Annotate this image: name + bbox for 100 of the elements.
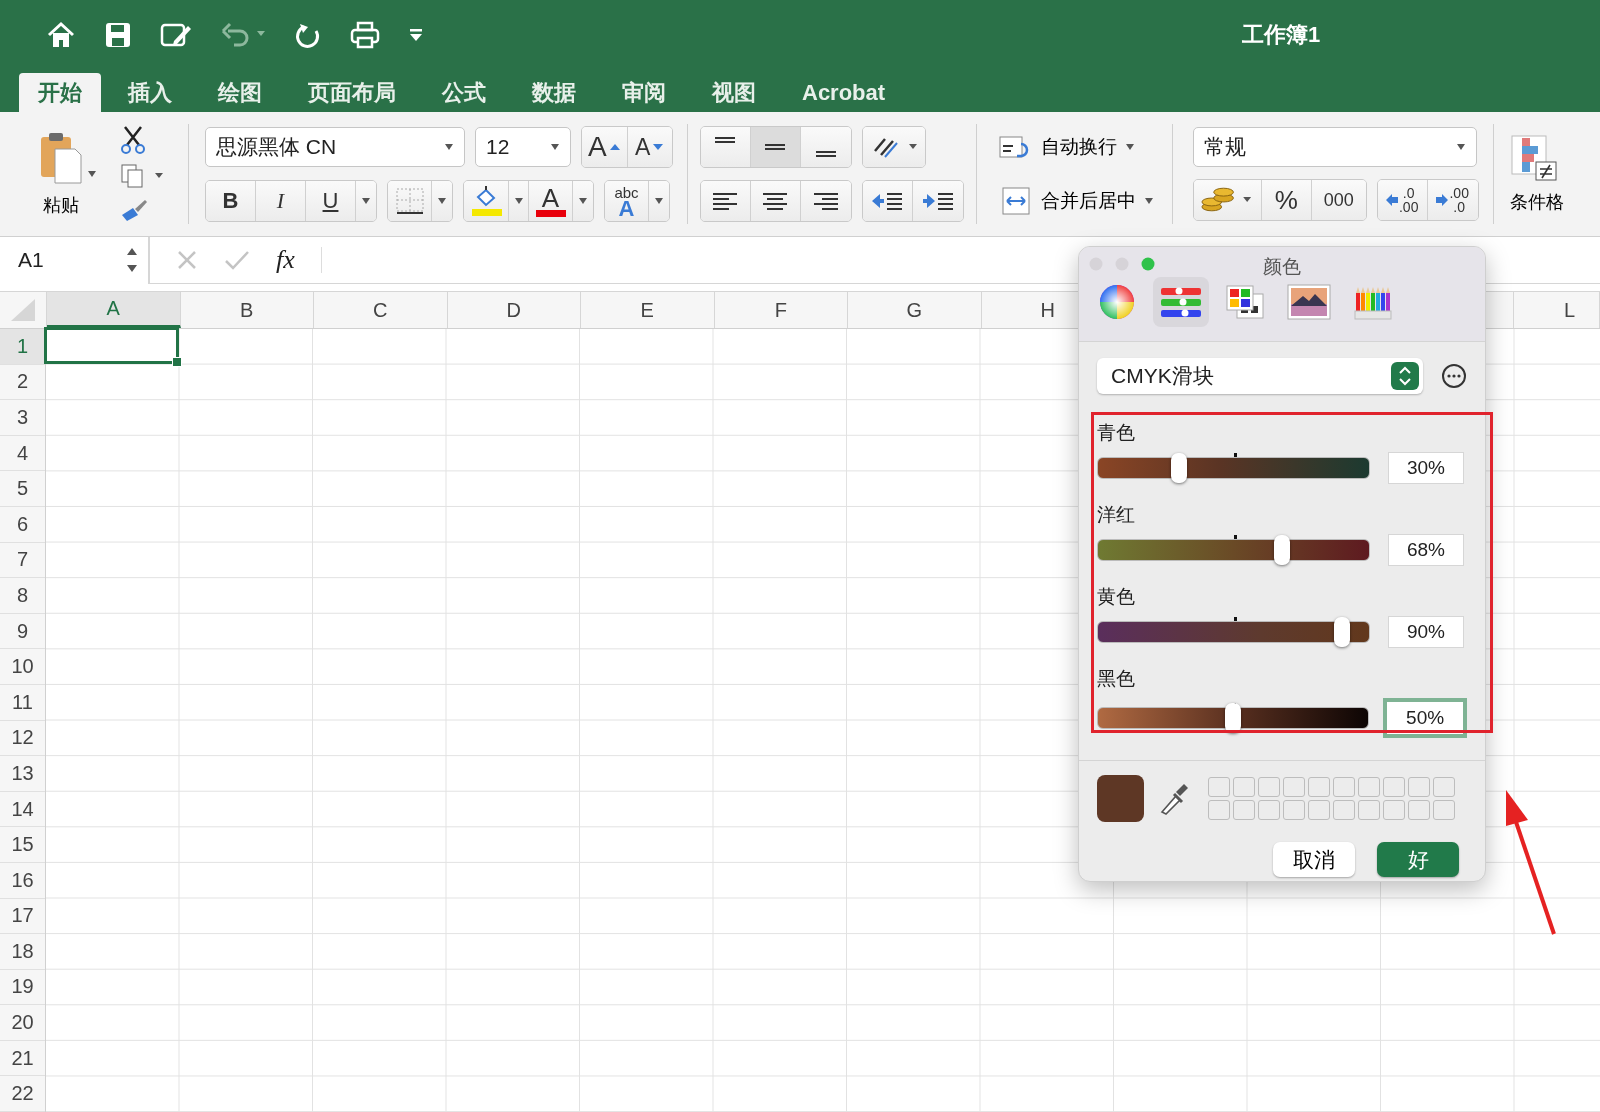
row-header[interactable]: 15 [0,827,45,863]
font-color-button[interactable]: A [529,181,573,221]
value-field[interactable]: 68% [1388,534,1464,566]
column-header[interactable]: B [180,292,314,328]
row-header[interactable]: 14 [0,791,45,828]
ribbon-tab[interactable]: 数据 [513,73,595,112]
align-right-button[interactable] [800,181,851,221]
edit-icon[interactable] [160,21,192,49]
bold-button[interactable]: B [206,181,256,221]
row-header[interactable]: 7 [0,542,45,579]
row-header[interactable]: 1 [0,329,45,365]
selected-cell[interactable] [44,327,179,364]
insert-function-button[interactable]: fx [276,245,295,275]
column-header[interactable]: A [47,292,181,328]
row-header[interactable]: 4 [0,435,45,472]
slider-thumb[interactable] [1171,453,1188,483]
ribbon-tab[interactable]: 审阅 [603,73,685,112]
row-header[interactable]: 8 [0,578,45,614]
slider-thumb[interactable] [1225,703,1242,733]
text-effects-button[interactable]: abc A [605,181,649,221]
row-header[interactable]: 11 [0,684,45,721]
increase-indent-button[interactable] [912,181,963,221]
row-header[interactable]: 5 [0,471,45,507]
column-header[interactable]: E [581,292,715,328]
ribbon-tab[interactable]: 开始 [19,73,101,112]
row-header[interactable]: 3 [0,400,45,436]
ribbon-tab[interactable]: 绘图 [199,73,281,112]
slider-thumb[interactable] [1274,535,1291,565]
number-format-field[interactable]: 常规 [1192,127,1477,167]
column-header[interactable]: D [447,292,581,328]
align-top-button[interactable] [700,127,751,167]
current-color-swatch[interactable] [1097,775,1144,822]
orientation-button[interactable] [862,127,925,167]
font-size-field[interactable]: 12 [475,127,571,167]
align-center-button[interactable] [750,181,801,221]
color-wells[interactable] [1208,777,1455,820]
redo-icon[interactable] [294,21,322,49]
ribbon-tab[interactable]: 视图 [693,73,775,112]
row-header[interactable]: 10 [0,649,45,685]
shrink-font-button[interactable]: A [627,127,672,167]
decrease-indent-button[interactable] [862,181,913,221]
dropdown-button[interactable] [649,181,669,221]
undo-icon[interactable] [220,21,266,49]
font-name-field[interactable]: 思源黑体 CN [205,127,465,167]
column-header[interactable]: L [1514,292,1600,328]
decrease-decimal-button[interactable]: .00 .0 [1427,180,1478,220]
column-header[interactable]: C [314,292,448,328]
slider-thumb[interactable] [1333,617,1350,647]
more-icon[interactable] [1441,363,1467,389]
name-box[interactable]: A1 [0,236,150,284]
row-header[interactable]: 13 [0,756,45,792]
fill-color-button[interactable] [464,181,509,221]
value-field[interactable]: 90% [1388,616,1464,648]
merge-center-button[interactable]: 合并后居中 [998,181,1154,221]
ribbon-tab[interactable]: 公式 [423,73,505,112]
caret-icon[interactable] [87,170,97,178]
row-header[interactable]: 16 [0,862,45,899]
row-header[interactable]: 21 [0,1040,45,1077]
print-icon[interactable] [350,21,380,49]
dropdown-button[interactable] [573,181,593,221]
underline-button[interactable]: U [306,181,356,221]
ribbon-tab[interactable]: 页面布局 [289,73,415,112]
home-icon[interactable] [46,21,76,49]
thousands-button[interactable]: 000 [1311,180,1366,220]
increase-decimal-button[interactable]: .0 .00 [1377,180,1428,220]
row-header[interactable]: 9 [0,613,45,650]
row-header[interactable]: 19 [0,969,45,1006]
copy-icon[interactable] [119,163,165,189]
row-header[interactable]: 12 [0,720,45,757]
value-field[interactable]: 30% [1388,452,1464,484]
ok-button[interactable]: 好 [1377,842,1459,877]
check-icon[interactable] [224,249,250,271]
column-header[interactable]: G [848,292,982,328]
dropdown-button[interactable] [432,181,452,221]
dropdown-button[interactable] [509,181,529,221]
ribbon-tab[interactable]: 插入 [109,73,191,112]
row-header[interactable]: 22 [0,1076,45,1112]
column-header[interactable]: F [714,292,848,328]
dropdown-button[interactable] [356,181,376,221]
scissors-icon[interactable] [119,125,147,155]
save-icon[interactable] [104,21,132,49]
borders-button[interactable] [388,181,432,221]
ribbon-tab[interactable]: Acrobat [783,73,905,112]
color-sliders-tab[interactable] [1153,277,1209,327]
percent-button[interactable]: % [1261,180,1312,220]
grow-font-button[interactable]: A [582,127,628,167]
eyedropper-icon[interactable] [1158,781,1188,816]
row-header[interactable]: 20 [0,1005,45,1041]
currency-button[interactable] [1193,180,1262,220]
format-painter-icon[interactable] [119,197,149,223]
paste-button[interactable]: 粘贴 [39,131,83,217]
cancel-button[interactable]: 取消 [1273,842,1355,877]
row-header[interactable]: 2 [0,364,45,401]
customize-caret-icon[interactable] [408,27,424,43]
align-left-button[interactable] [700,181,751,221]
align-middle-button[interactable] [750,127,801,167]
row-header[interactable]: 6 [0,506,45,543]
align-bottom-button[interactable] [800,127,851,167]
italic-button[interactable]: I [256,181,306,221]
wrap-text-button[interactable]: 自动换行 [998,127,1154,167]
